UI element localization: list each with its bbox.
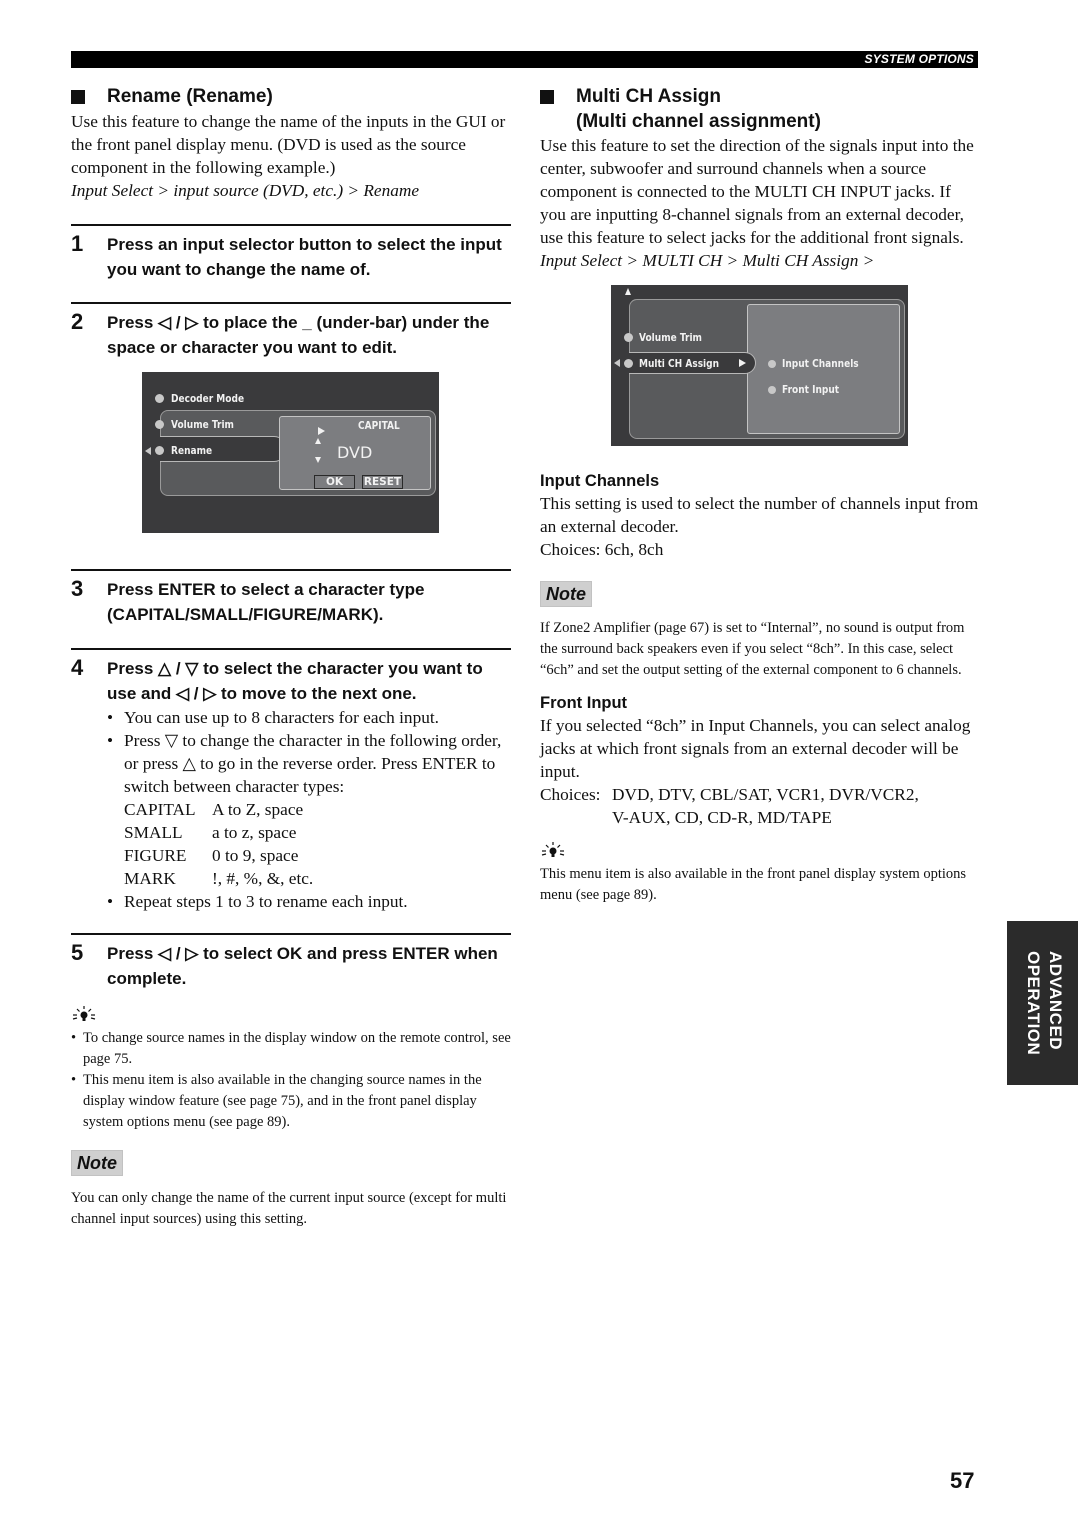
step-4-bullets: You can use up to 8 characters for each … [107, 706, 511, 798]
down-arrow-icon [315, 457, 321, 463]
rename-heading: Rename (Rename) [71, 84, 511, 109]
step-2: 2 Press ◁ / ▷ to place the _ (under-bar)… [71, 302, 511, 360]
note-badge: Note [540, 581, 592, 607]
ok-button: OK [314, 475, 355, 489]
osd-menu-item: Volume Trim [639, 331, 702, 344]
menu-dot-icon [155, 420, 164, 429]
chapter-side-tab: ADVANCED OPERATION [1007, 921, 1078, 1085]
osd-menu-item-selected: Multi CH Assign [639, 357, 720, 370]
tip-lightbulb-icon [72, 1006, 96, 1021]
char-type-label: CAPITAL [358, 419, 400, 432]
input-channels-choices: Choices: 6ch, 8ch [540, 540, 664, 559]
step-number: 3 [71, 576, 84, 601]
name-value: DVD [337, 443, 373, 462]
rename-intro: Use this feature to change the name of t… [71, 112, 506, 177]
input-channels-text: This setting is used to select the numbe… [540, 494, 979, 536]
square-bullet-icon [71, 90, 85, 104]
front-input-heading: Front Input [540, 694, 628, 712]
character-type-table: CAPITAL A to Z, space SMALL a to z, space … [124, 798, 511, 890]
rename-note-text: You can only change the name of the curr… [71, 1190, 507, 1227]
osd-edit-panel: CAPITAL DVD OK RESET [279, 416, 431, 490]
menu-dot-icon [624, 333, 633, 342]
section-label: SYSTEM OPTIONS [864, 52, 974, 66]
menu-dot-icon [155, 394, 164, 403]
step-5: 5 Press ◁ / ▷ to select OK and press ENT… [71, 933, 511, 991]
step-text: Press △ / ▽ to select the character you … [107, 659, 483, 703]
left-column: Rename (Rename) Use this feature to chan… [71, 84, 511, 1230]
side-tab-line2: OPERATION [1024, 951, 1043, 1056]
step-3: 3 Press ENTER to select a character type… [71, 569, 511, 627]
left-arrow-icon [145, 447, 151, 455]
step-number: 1 [71, 231, 84, 256]
reset-button: RESET [362, 475, 403, 489]
bullet-item: Press ▽ to change the character in the f… [107, 729, 511, 798]
rename-osd-screenshot: Decoder Mode Volume Trim Rename CAPITAL … [142, 372, 439, 533]
osd-menu-item-selected: Rename [171, 444, 213, 457]
step-text: Press an input selector button to select… [107, 235, 502, 279]
input-channels-heading: Input Channels [540, 472, 660, 490]
step-text: Press ◁ / ▷ to place the _ (under-bar) u… [107, 313, 490, 357]
tip-item: To change source names in the display wi… [71, 1028, 511, 1070]
up-arrow-icon [625, 288, 631, 295]
bullet-item: Repeat steps 1 to 3 to rename each input… [107, 890, 511, 913]
multi-ch-intro: Use this feature to set the direction of… [540, 136, 974, 247]
multi-ch-tip-text: This menu item is also available in the … [540, 866, 967, 903]
multi-ch-note-text: If Zone2 Amplifier (page 67) is set to “… [540, 620, 965, 678]
right-column: Multi CH Assign (Multi channel assignmen… [540, 84, 980, 906]
up-arrow-icon [315, 438, 321, 444]
char-type-row: CAPITAL A to Z, space [124, 800, 304, 819]
step-number: 4 [71, 655, 84, 680]
header-bar: SYSTEM OPTIONS [71, 51, 978, 68]
rename-tips: To change source names in the display wi… [71, 1028, 511, 1133]
note-badge: Note [71, 1150, 123, 1176]
submenu-dot-icon [768, 386, 776, 394]
step-4-last-bullet: Repeat steps 1 to 3 to rename each input… [107, 890, 511, 913]
right-arrow-icon [739, 359, 746, 367]
side-tab-line1: ADVANCED [1046, 951, 1065, 1051]
tip-lightbulb-icon [541, 842, 565, 857]
front-input-text: If you selected “8ch” in Input Channels,… [540, 716, 971, 781]
step-number: 5 [71, 940, 84, 965]
char-type-row: SMALL a to z, space [124, 823, 297, 842]
page-number: 57 [950, 1468, 975, 1493]
step-text: Press ENTER to select a character type (… [107, 580, 425, 624]
multi-ch-menu-path: Input Select > MULTI CH > Multi CH Assig… [540, 251, 875, 270]
menu-dot-icon [624, 359, 633, 368]
osd-menu-item: Volume Trim [171, 418, 234, 431]
square-bullet-icon [540, 90, 554, 104]
osd-submenu-item: Front Input [782, 383, 840, 396]
multi-ch-osd-screenshot: Volume Trim Multi CH Assign Input Channe… [611, 285, 908, 446]
osd-submenu-item: Input Channels [782, 357, 859, 370]
step-1: 1 Press an input selector button to sele… [71, 224, 511, 282]
front-input-choices: Choices: DVD, DTV, CBL/SAT, VCR1, DVR/VC… [540, 785, 919, 827]
step-text: Press ◁ / ▷ to select OK and press ENTER… [107, 944, 498, 988]
bullet-item: You can use up to 8 characters for each … [107, 706, 511, 729]
right-arrow-icon [318, 427, 325, 435]
left-arrow-icon [614, 359, 620, 367]
char-type-row: FIGURE 0 to 9, space [124, 846, 299, 865]
submenu-dot-icon [768, 360, 776, 368]
step-4: 4 Press △ / ▽ to select the character yo… [71, 648, 511, 706]
step-number: 2 [71, 309, 84, 334]
menu-dot-icon [155, 446, 164, 455]
tip-item: This menu item is also available in the … [71, 1070, 511, 1133]
multi-ch-heading: Multi CH Assign (Multi channel assignmen… [540, 84, 980, 134]
char-type-row: MARK!, #, %, &, etc. [124, 869, 314, 888]
osd-menu-item: Decoder Mode [171, 392, 245, 405]
rename-menu-path: Input Select > input source (DVD, etc.) … [71, 181, 420, 200]
